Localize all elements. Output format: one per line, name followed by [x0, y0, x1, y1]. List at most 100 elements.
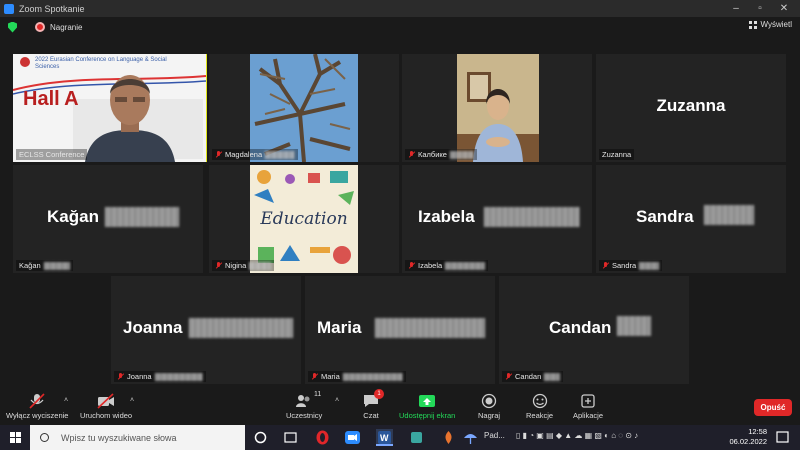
mic-muted-icon	[311, 372, 318, 381]
blurred-surname	[617, 316, 651, 336]
grid-view-icon	[748, 20, 757, 29]
record-icon	[481, 393, 497, 409]
meeting-topbar: Nagranie Wyświetl	[0, 17, 800, 37]
mic-muted-icon	[602, 261, 609, 270]
mic-muted-icon	[215, 261, 222, 270]
video-tile-kagan[interactable]: Kağan Kağan	[13, 165, 203, 273]
participant-name-label: Kağan	[16, 260, 73, 271]
blurred-surname	[449, 150, 474, 159]
reactions-icon	[532, 393, 547, 409]
participant-name-label: Izabela	[405, 260, 489, 271]
start-video-button[interactable]: Uruchom wideo	[80, 387, 132, 420]
clock-date: 06.02.2022	[729, 437, 767, 446]
mic-muted-icon	[408, 150, 415, 159]
svg-text:W: W	[380, 433, 389, 443]
participant-name-label: Sandra	[599, 260, 663, 271]
recording-label: Nagranie	[50, 22, 83, 32]
word-icon[interactable]: W	[376, 429, 393, 446]
video-tile-maria[interactable]: Maria Maria	[305, 276, 495, 384]
participants-options-caret[interactable]: ˄	[335, 397, 339, 404]
participant-name-label: Joanna	[114, 371, 206, 382]
chat-button[interactable]: 1 Czat	[362, 387, 384, 420]
security-shield-icon[interactable]	[8, 21, 17, 33]
hall-label: Hall A	[23, 88, 79, 111]
meeting-toolbar: Wyłącz wyciszenie ˄ Uruchom wideo ˄ Ucze…	[0, 387, 800, 425]
video-tile-magdalena[interactable]: Magdalena	[209, 54, 399, 162]
blurred-surname	[189, 318, 293, 338]
tree-branches-video	[250, 54, 358, 162]
view-label: Wyświetl	[760, 20, 792, 29]
participant-name-label: ECLSS Conference	[16, 149, 88, 160]
zoom-taskbar-icon[interactable]	[344, 429, 361, 446]
reactions-button[interactable]: Reakcje	[526, 387, 553, 420]
video-options-caret[interactable]: ˄	[130, 397, 134, 404]
blurred-surname	[249, 261, 272, 270]
blurred-surname-small	[445, 261, 486, 270]
speaker-video	[85, 75, 175, 162]
mic-muted-icon	[505, 372, 512, 381]
video-tile-sandra[interactable]: Sandra Sandra	[596, 165, 786, 273]
participant-big-name: Zuzanna	[656, 96, 726, 115]
mic-muted-icon	[117, 372, 124, 381]
record-button[interactable]: Nagraj	[478, 387, 500, 420]
tray-icons[interactable]: ▯ ▮ ◔ ▣ ▤ ◆ ▲ ☁ ▦ ▧ ◐ ⌂ ◌ ⊙ ♪	[516, 431, 638, 440]
blurred-surname-small	[43, 261, 70, 270]
blurred-surname	[375, 318, 485, 338]
blurred-surname	[265, 150, 296, 159]
windows-start-icon[interactable]	[10, 432, 21, 443]
participants-count: 11	[314, 391, 322, 398]
blurred-surname-small	[639, 261, 660, 270]
notification-icon[interactable]	[774, 429, 791, 446]
weather-label[interactable]: Pad...	[484, 431, 505, 440]
blurred-surname-small	[154, 372, 203, 381]
maximize-icon[interactable]: ▫	[748, 0, 772, 17]
app-icon-generic[interactable]	[408, 429, 425, 446]
video-tile-kalbike[interactable]: Калбике	[402, 54, 592, 162]
opera-icon[interactable]	[314, 429, 331, 446]
task-view-icon[interactable]	[282, 429, 299, 446]
close-icon[interactable]: ✕	[772, 0, 796, 17]
blurred-surname	[105, 207, 179, 227]
app-icon-fire[interactable]	[440, 429, 457, 446]
video-tile-joanna[interactable]: Joanna Joanna	[111, 276, 301, 384]
video-tile-candan[interactable]: Candan Candan	[499, 276, 689, 384]
blurred-surname-small	[342, 372, 403, 381]
participant-name-label: Magdalena	[212, 149, 299, 160]
video-tile-conference[interactable]: 2022 Eurasian Conference on Language & S…	[13, 54, 207, 162]
participant-name-label: Candan	[502, 371, 564, 382]
zoom-app-icon	[4, 3, 14, 14]
education-word: Education	[260, 209, 348, 229]
conference-slide: 2022 Eurasian Conference on Language & S…	[13, 54, 206, 162]
search-icon	[40, 433, 49, 442]
chat-badge: 1	[374, 389, 384, 399]
view-button[interactable]: Wyświetl	[748, 20, 792, 29]
participant-name-label: Nigina	[212, 260, 275, 271]
clock-time: 12:58	[748, 427, 767, 436]
participant-name-label: Maria	[308, 371, 406, 382]
mic-off-icon	[29, 393, 45, 409]
chat-icon: 1	[362, 389, 384, 409]
minimize-icon[interactable]: –	[724, 0, 748, 17]
video-tile-izabela[interactable]: Izabela Izabela	[402, 165, 592, 273]
cortana-icon[interactable]	[252, 429, 269, 446]
share-screen-button[interactable]: Udostępnij ekran	[399, 387, 455, 420]
video-off-icon	[97, 393, 115, 409]
window-title: Zoom Spotkanie	[19, 3, 85, 14]
participant-name-label: Zuzanna	[599, 149, 635, 160]
taskbar-clock[interactable]: 12:58 06.02.2022	[729, 427, 767, 447]
weather-icon[interactable]	[462, 429, 479, 446]
recording-icon	[35, 22, 45, 32]
apps-icon	[581, 394, 595, 408]
unmute-button[interactable]: Wyłącz wyciszenie	[6, 387, 68, 420]
window-titlebar: Zoom Spotkanie – ▫ ✕	[0, 0, 800, 17]
leave-meeting-button[interactable]: Opuść	[754, 399, 792, 416]
taskbar-search[interactable]: Wpisz tu wyszukiwane słowa	[30, 425, 245, 450]
kalbike-video	[457, 54, 539, 162]
video-tile-zuzanna[interactable]: Zuzanna Zuzanna	[596, 54, 786, 162]
windows-taskbar: Wpisz tu wyszukiwane słowa W Pad... ▯ ▮ …	[0, 425, 800, 450]
share-screen-icon	[419, 395, 436, 407]
mic-muted-icon	[408, 261, 415, 270]
mute-options-caret[interactable]: ˄	[64, 397, 68, 404]
apps-button[interactable]: Aplikacje	[573, 387, 603, 420]
video-tile-nigina[interactable]: Education Nigina	[209, 165, 399, 273]
